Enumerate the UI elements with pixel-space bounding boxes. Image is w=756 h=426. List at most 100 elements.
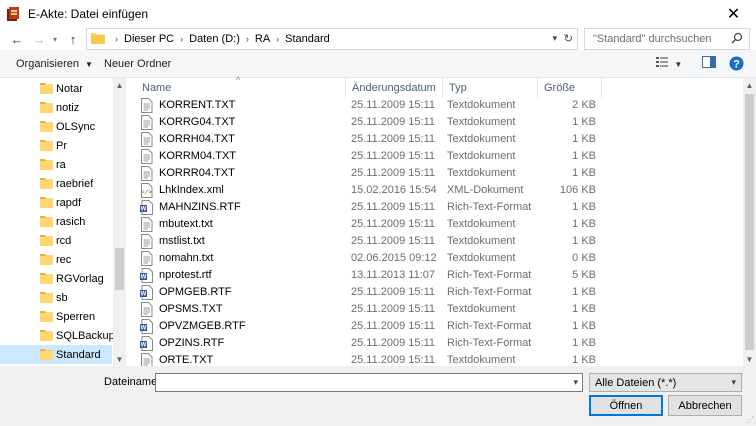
breadcrumb-item[interactable]: RA	[255, 33, 270, 45]
file-date: 25.11.2009 15:11	[351, 286, 436, 298]
file-row[interactable]: W MAHNZINS.RTF 25.11.2009 15:11 Rich-Text-F…	[140, 199, 600, 216]
sidebar-item-sb[interactable]: sb	[0, 288, 112, 307]
sidebar-item-standard[interactable]: Standard	[0, 345, 112, 364]
svg-text:W: W	[141, 292, 147, 298]
file-row[interactable]: W OPMGEB.RTF 25.11.2009 15:11 Rich-Text-For…	[140, 284, 600, 301]
sidebar-item-rgvorlag[interactable]: RGVorlag	[0, 269, 112, 288]
sidebar-item-label: notiz	[56, 101, 80, 114]
scroll-down-icon[interactable]: ▼	[113, 352, 126, 366]
file-name-input[interactable]: ▾	[155, 373, 583, 392]
close-icon[interactable]: ✕	[711, 0, 756, 28]
file-row[interactable]: mstlist.txt 25.11.2009 15:11 Textdokument 1…	[140, 233, 600, 250]
file-size: 2 KB	[572, 99, 596, 111]
address-dropdown-icon[interactable]: ▾	[552, 33, 557, 44]
file-type: Rich-Text-Format	[447, 201, 532, 213]
file-size: 1 KB	[572, 354, 596, 366]
file-date: 25.11.2009 15:11	[351, 133, 436, 145]
recent-locations-chevron-icon[interactable]: ▾	[46, 31, 64, 47]
folder-icon	[40, 139, 53, 154]
column-header-size[interactable]: Größe	[538, 78, 602, 98]
folder-icon	[40, 348, 53, 363]
command-bar: Organisieren ▼ Neuer Ordner ▼ ?	[0, 50, 756, 78]
resize-grip-icon[interactable]: ⋰	[746, 415, 754, 424]
sidebar-item-label: rec	[56, 253, 72, 266]
search-input[interactable]: "Standard" durchsuchen	[584, 28, 750, 50]
file-row[interactable]: W OPZINS.RTF 25.11.2009 15:11 Rich-Text-For…	[140, 335, 600, 352]
sidebar-item-sperren[interactable]: Sperren	[0, 307, 112, 326]
search-icon	[731, 32, 743, 47]
up-arrow-icon[interactable]: ↑	[64, 31, 82, 47]
file-size: 1 KB	[572, 116, 596, 128]
address-bar[interactable]: › Dieser PC › Daten (D:) › RA › Standard…	[86, 28, 578, 50]
file-name: KORRH04.TXT	[159, 133, 235, 145]
column-header-date[interactable]: Änderungsdatum	[346, 78, 443, 98]
file-row[interactable]: Wnprotest.rtf 13.11.2013 11:07 Rich-Text-F…	[140, 267, 600, 284]
file-row[interactable]: KORRM04.TXT 25.11.2009 15:11 Textdokument 1…	[140, 148, 600, 165]
sidebar-item-raebrief[interactable]: raebrief	[0, 174, 112, 193]
column-header-label: Typ	[449, 82, 467, 94]
file-size: 1 KB	[572, 286, 596, 298]
sidebar-item-ra[interactable]: ra	[0, 155, 112, 174]
file-type: Rich-Text-Format	[447, 337, 532, 349]
sidebar-item-pr[interactable]: Pr	[0, 136, 112, 155]
column-header-label: Größe	[544, 82, 576, 94]
organize-button[interactable]: Organisieren ▼	[16, 58, 93, 70]
file-row[interactable]: </> LhkIndex.xml 15.02.2016 15:54 XML-Dokum…	[140, 182, 600, 199]
sidebar-item-notiz[interactable]: notiz	[0, 98, 112, 117]
scroll-up-icon[interactable]: ▲	[743, 78, 756, 92]
file-type-select[interactable]: Alle Dateien (*.*) ▾	[589, 373, 742, 392]
scroll-up-icon[interactable]: ▲	[113, 78, 126, 92]
file-row[interactable]: KORRH04.TXT 25.11.2009 15:11 Textdokument 1…	[140, 131, 600, 148]
folder-icon	[40, 291, 53, 306]
sidebar-item-label: Pr	[56, 139, 67, 152]
navigation-scrollbar[interactable]: ▲ ▼	[113, 78, 126, 366]
column-header-type[interactable]: Typ	[443, 78, 538, 98]
file-type: Textdokument	[447, 116, 516, 128]
scrollbar-thumb[interactable]	[115, 248, 124, 290]
svg-text:W: W	[141, 275, 147, 281]
file-date: 02.06.2015 09:12	[351, 252, 437, 264]
file-row[interactable]: KORRG04.TXT 25.11.2009 15:11 Textdokument 1…	[140, 114, 600, 131]
column-header-name[interactable]: Name	[136, 78, 346, 98]
new-folder-button[interactable]: Neuer Ordner	[104, 58, 171, 70]
sidebar-item-notar[interactable]: Notar	[0, 79, 112, 98]
file-type-selected: Alle Dateien (*.*)	[595, 376, 677, 389]
sidebar-item-rasich[interactable]: rasich	[0, 212, 112, 231]
view-options-button[interactable]: ▼	[656, 56, 682, 70]
back-arrow-icon[interactable]: ←	[8, 31, 26, 47]
sidebar-item-sqlbackup[interactable]: SQLBackup	[0, 326, 115, 345]
breadcrumb-item[interactable]: Dieser PC	[124, 33, 174, 45]
breadcrumb-item[interactable]: Standard	[285, 33, 330, 45]
file-list-scrollbar[interactable]: ▲ ▼	[743, 78, 756, 366]
scrollbar-thumb[interactable]	[745, 94, 754, 350]
open-button[interactable]: Öffnen	[589, 395, 663, 416]
file-row[interactable]: nomahn.txt 02.06.2015 09:12 Textdokument 0 …	[140, 250, 600, 267]
sidebar-item-rec[interactable]: rec	[0, 250, 112, 269]
file-date: 25.11.2009 15:11	[351, 337, 436, 349]
sidebar-item-label: sb	[56, 291, 68, 304]
sidebar-item-olsync[interactable]: OLSync	[0, 117, 112, 136]
refresh-icon[interactable]: ↻	[564, 32, 573, 45]
file-name: nomahn.txt	[159, 252, 214, 264]
column-header-label: Änderungsdatum	[352, 82, 436, 94]
navigation-pane: Notar notiz OLSync Pr ra raebrief rapdf rasich r…	[0, 78, 126, 366]
file-type: Textdokument	[447, 303, 516, 315]
preview-pane-icon[interactable]	[702, 56, 716, 71]
file-row[interactable]: mbutext.txt 25.11.2009 15:11 Textdokument 1…	[140, 216, 600, 233]
sidebar-item-rapdf[interactable]: rapdf	[0, 193, 112, 212]
cancel-button[interactable]: Abbrechen	[668, 395, 742, 416]
folder-icon	[40, 82, 53, 97]
file-row[interactable]: KORRR04.TXT 25.11.2009 15:11 Textdokument 1…	[140, 165, 600, 182]
file-size: 1 KB	[572, 320, 596, 332]
breadcrumb-item[interactable]: Daten (D:)	[189, 33, 240, 45]
file-row[interactable]: OPSMS.TXT 25.11.2009 15:11 Textdokument 1 K…	[140, 301, 600, 318]
scroll-down-icon[interactable]: ▼	[743, 352, 756, 366]
chevron-down-icon[interactable]: ▾	[573, 377, 578, 388]
sidebar-item-label: rasich	[56, 215, 86, 228]
sidebar-item-label: Standard	[56, 348, 101, 361]
help-icon[interactable]: ?	[729, 56, 744, 74]
sidebar-item-rcd[interactable]: rcd	[0, 231, 112, 250]
file-row[interactable]: W OPVZMGEB.RTF 25.11.2009 15:11 Rich-Text-F…	[140, 318, 600, 335]
folder-icon	[91, 32, 105, 47]
file-row[interactable]: KORRENT.TXT 25.11.2009 15:11 Textdokument 2…	[140, 97, 600, 114]
